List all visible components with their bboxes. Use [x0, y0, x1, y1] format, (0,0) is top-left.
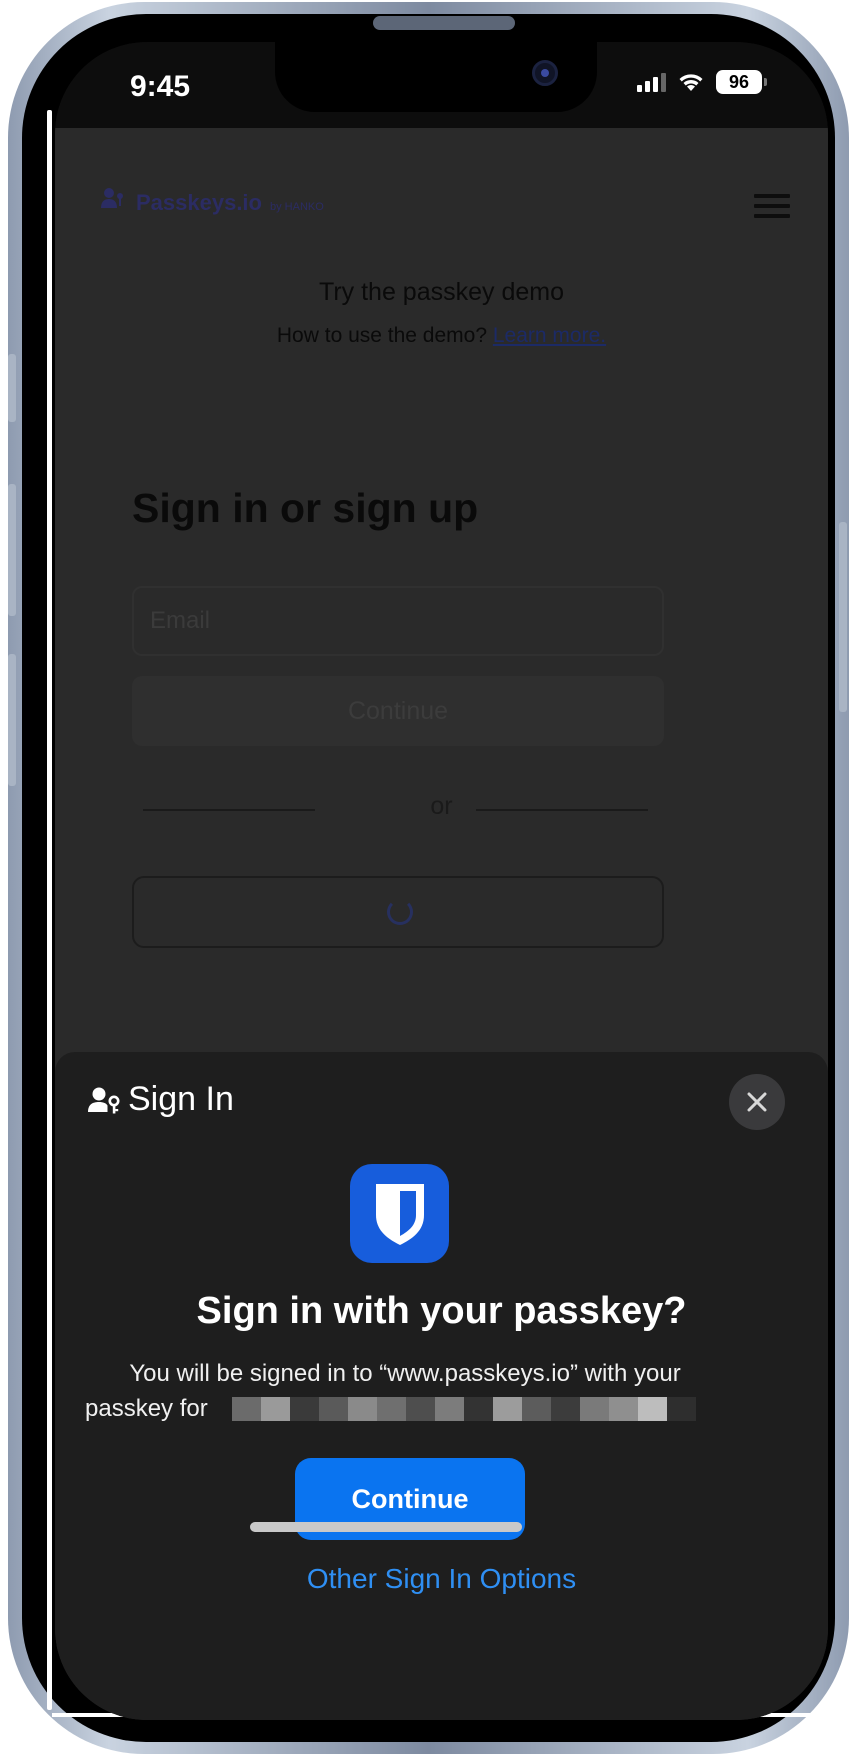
- action-button: [8, 354, 16, 422]
- earpiece: [373, 16, 515, 30]
- dialog-body-line-1: You will be signed in to “www.passkeys.i…: [129, 1360, 681, 1387]
- hero-title: Try the passkey demo: [318, 278, 564, 306]
- web-continue-button[interactable]: Continue: [132, 676, 664, 746]
- redacted-account-name: [231, 1396, 696, 1421]
- hamburger-menu-icon[interactable]: [754, 194, 790, 224]
- status-bar: 9:45 96: [55, 42, 828, 128]
- close-button[interactable]: [729, 1074, 785, 1130]
- signal-icon: [637, 72, 666, 92]
- volume-up-button: [8, 484, 16, 616]
- power-button: [839, 522, 847, 712]
- sheet-header: Sign In: [88, 1080, 234, 1119]
- users-icon: [101, 188, 123, 208]
- other-sign-in-options-link[interactable]: Other Sign In Options: [55, 1563, 828, 1595]
- hero-subtitle-text: How to use the demo?: [276, 324, 488, 347]
- volume-down-button: [8, 654, 16, 786]
- dialog-body-line-2: passkey for: [85, 1391, 725, 1426]
- dynamic-island: [275, 42, 597, 112]
- site-logo[interactable]: Passkeys.io by HANKO: [100, 186, 324, 216]
- dialog-body-passkey-label: passkey for: [85, 1395, 208, 1422]
- front-camera: [532, 60, 558, 86]
- or-divider-label: or: [430, 792, 453, 820]
- status-icons: 96: [637, 70, 767, 94]
- status-time: 9:45: [130, 70, 191, 103]
- person-key-icon: [88, 1087, 120, 1113]
- dialog-title: Sign in with your passkey?: [196, 1290, 687, 1332]
- home-indicator[interactable]: [250, 1522, 522, 1532]
- auth-title: Sign in or sign up: [132, 485, 479, 531]
- wifi-icon: [679, 74, 703, 91]
- email-field[interactable]: [132, 586, 664, 656]
- brand-suffix: by HANKO: [269, 201, 324, 213]
- battery-icon: 96: [716, 70, 767, 94]
- hero-subtitle: How to use the demo? Learn more.: [55, 324, 828, 348]
- site-header: Passkeys.io by HANKO: [55, 128, 828, 248]
- sheet-title: Sign In: [128, 1080, 234, 1118]
- learn-more-link[interactable]: Learn more.: [493, 324, 606, 347]
- phone-screen: 9:45 96 Passkeys.io by HANKO Try the pas…: [55, 42, 828, 1720]
- passkey-sheet: Sign In Sign in with your passkey? You w…: [55, 1052, 828, 1720]
- bitwarden-app-icon: [350, 1164, 449, 1263]
- brand-name: Passkeys.io: [136, 190, 262, 215]
- shield-icon: [375, 1183, 424, 1245]
- passkey-signin-button[interactable]: [132, 876, 664, 948]
- screen-edge: [47, 110, 52, 1710]
- divider-line: [476, 809, 648, 811]
- battery-level: 96: [728, 71, 750, 92]
- close-icon: [747, 1092, 767, 1112]
- dialog-body: You will be signed in to “www.passkeys.i…: [85, 1356, 725, 1426]
- loading-spinner-icon: [387, 899, 413, 925]
